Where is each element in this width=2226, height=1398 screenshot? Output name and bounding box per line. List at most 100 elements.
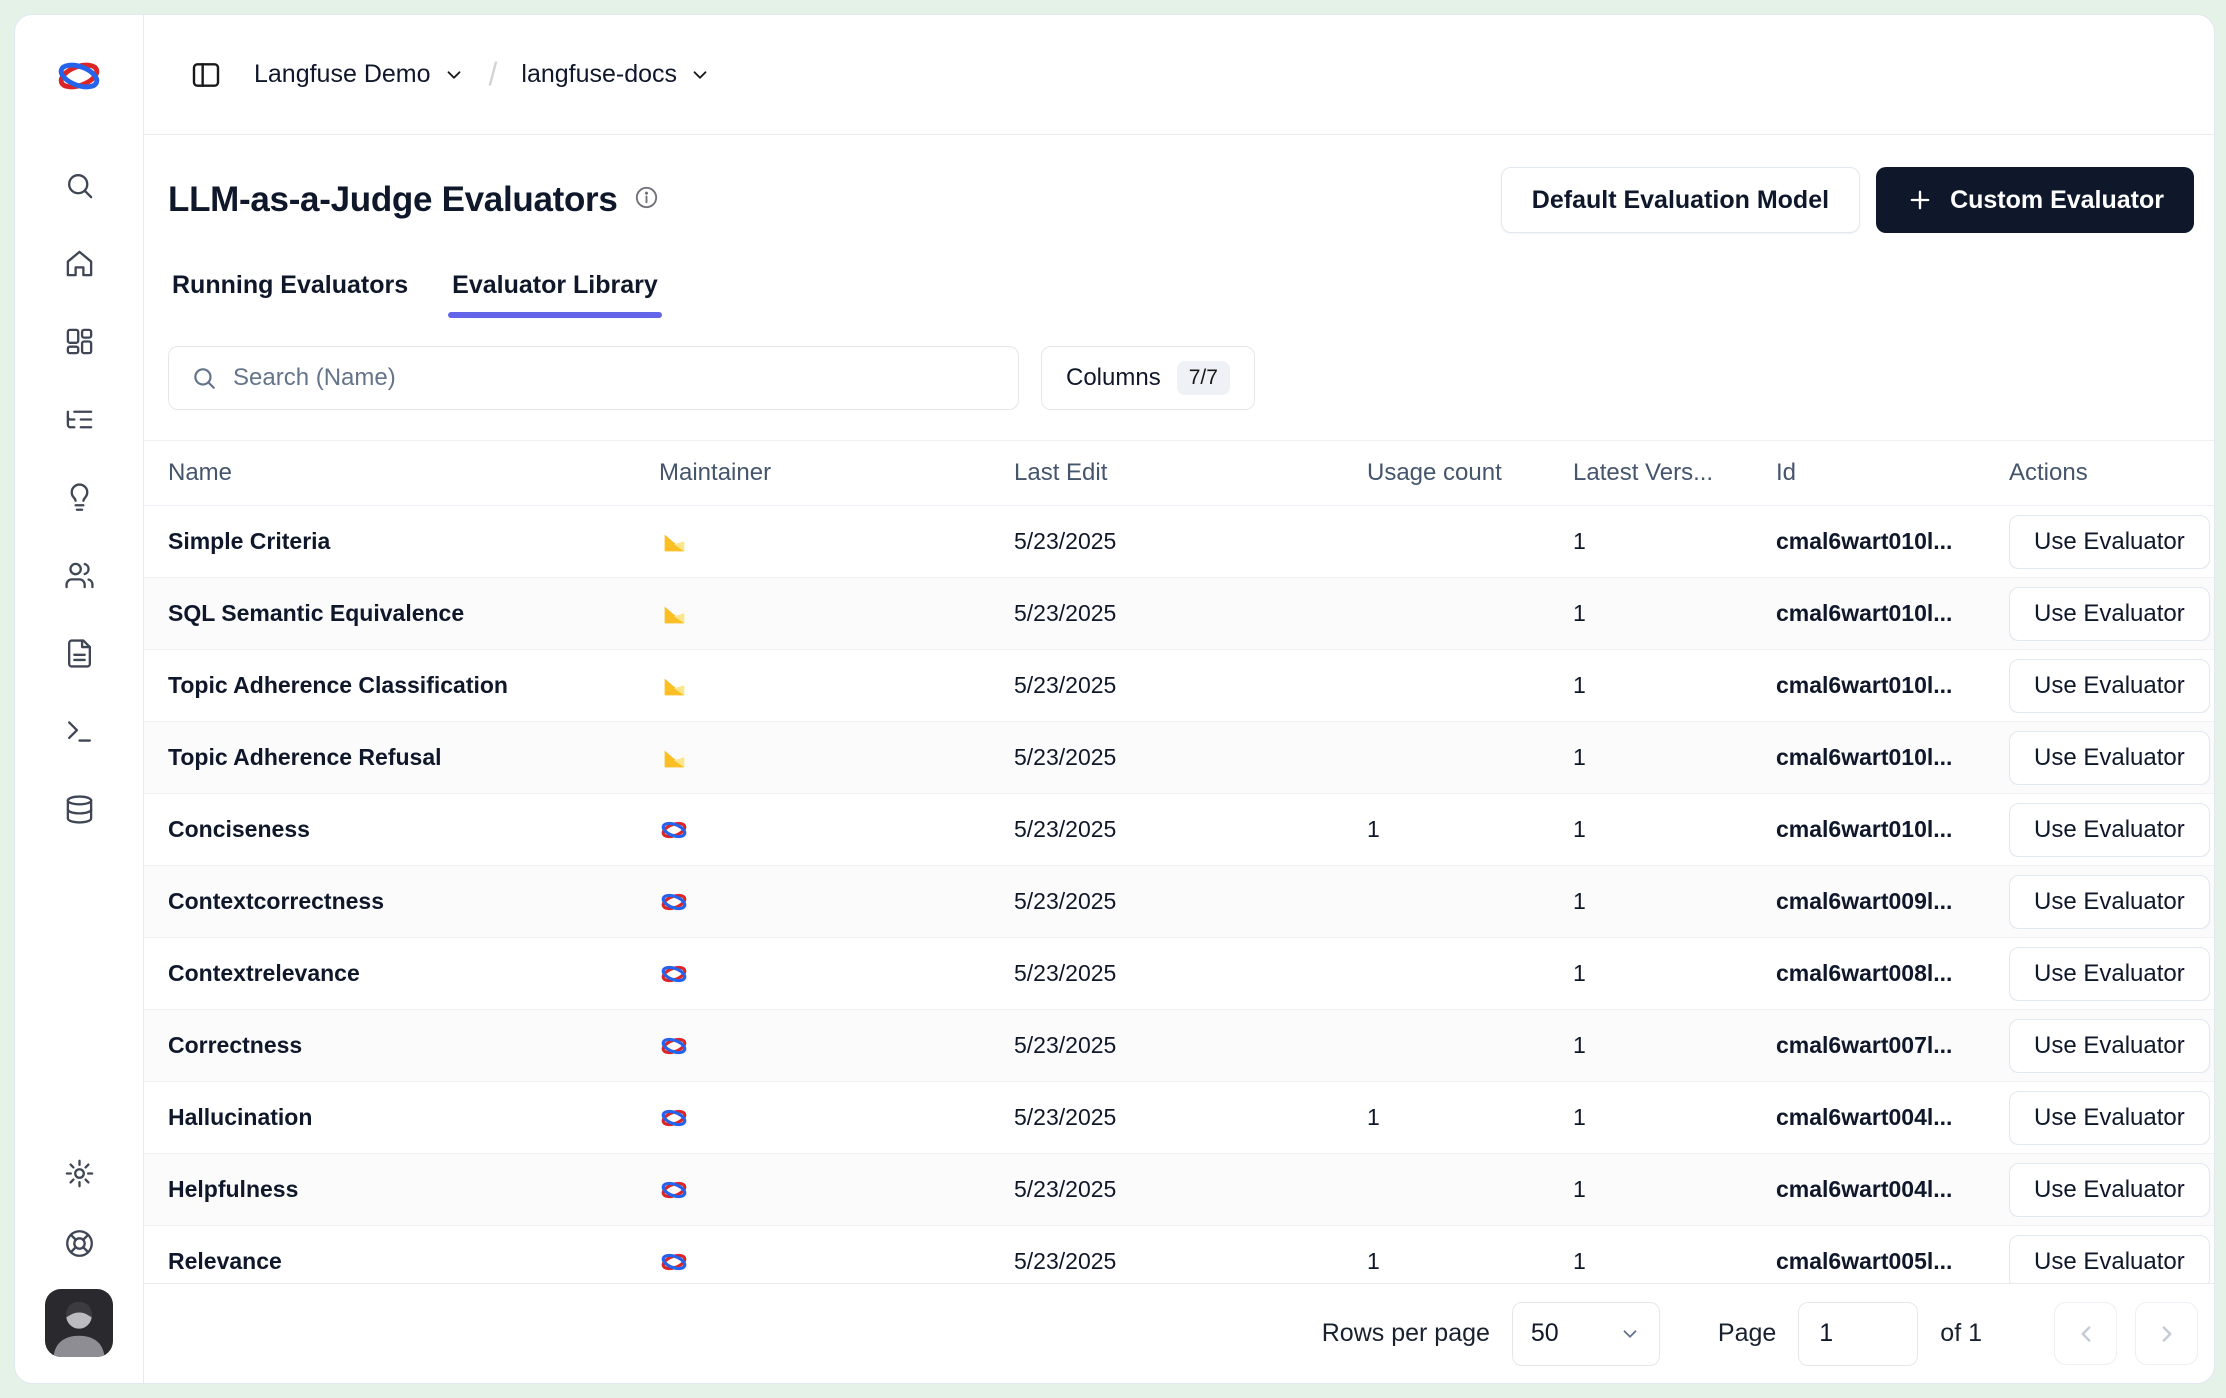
sidebar-nav xyxy=(55,161,103,833)
dashboard-grid-icon[interactable] xyxy=(55,317,103,365)
latest-version: 1 xyxy=(1573,672,1776,699)
org-selector[interactable]: Langfuse Demo xyxy=(254,60,465,89)
actions-cell: Use Evaluator xyxy=(2009,947,2214,1001)
latest-version: 1 xyxy=(1573,1176,1776,1203)
use-evaluator-button[interactable]: Use Evaluator xyxy=(2009,947,2210,1001)
page-header: LLM-as-a-Judge Evaluators Default Evalua… xyxy=(168,167,2194,233)
use-evaluator-button[interactable]: Use Evaluator xyxy=(2009,515,2210,569)
evaluator-name: SQL Semantic Equivalence xyxy=(168,600,659,627)
use-evaluator-button[interactable]: Use Evaluator xyxy=(2009,659,2210,713)
table-row[interactable]: Conciseness5/23/202511cmal6wart010l...Us… xyxy=(144,794,2214,866)
maintainer-cell xyxy=(659,671,1014,701)
table-row[interactable]: Relevance5/23/202511cmal6wart005l...Use … xyxy=(144,1226,2214,1283)
main-area: Langfuse Demo / langfuse-docs LLM-as-a-J… xyxy=(144,15,2214,1383)
column-header: Actions xyxy=(2009,459,2214,487)
table-row[interactable]: Topic Adherence Classification5/23/20251… xyxy=(144,650,2214,722)
tab-evaluator-library[interactable]: Evaluator Library xyxy=(448,267,662,318)
usage-count: 1 xyxy=(1367,816,1573,843)
life-buoy-icon[interactable] xyxy=(55,1219,103,1267)
evaluator-id: cmal6wart010l... xyxy=(1776,528,2009,555)
list-tree-icon[interactable] xyxy=(55,395,103,443)
database-icon[interactable] xyxy=(55,785,103,833)
maintainer-cell xyxy=(659,599,1014,629)
tab-running-evaluators[interactable]: Running Evaluators xyxy=(168,267,412,318)
use-evaluator-button[interactable]: Use Evaluator xyxy=(2009,587,2210,641)
table-row[interactable]: Contextcorrectness5/23/20251cmal6wart009… xyxy=(144,866,2214,938)
page-total-label: of 1 xyxy=(1940,1319,1982,1348)
use-evaluator-button[interactable]: Use Evaluator xyxy=(2009,1163,2210,1217)
table-row[interactable]: Contextrelevance5/23/20251cmal6wart008l.… xyxy=(144,938,2214,1010)
evaluator-id: cmal6wart004l... xyxy=(1776,1104,2009,1131)
last-edit: 5/23/2025 xyxy=(1014,1176,1367,1203)
column-header: Last Edit xyxy=(1014,459,1367,487)
project-selector[interactable]: langfuse-docs xyxy=(521,60,711,89)
search-icon[interactable] xyxy=(55,161,103,209)
table-row[interactable]: Hallucination5/23/202511cmal6wart004l...… xyxy=(144,1082,2214,1154)
latest-version: 1 xyxy=(1573,1032,1776,1059)
maintainer-cell xyxy=(659,887,1014,917)
use-evaluator-button[interactable]: Use Evaluator xyxy=(2009,803,2210,857)
latest-version: 1 xyxy=(1573,888,1776,915)
next-page-button[interactable] xyxy=(2135,1302,2198,1365)
evaluator-id: cmal6wart010l... xyxy=(1776,672,2009,699)
table-row[interactable]: SQL Semantic Equivalence5/23/20251cmal6w… xyxy=(144,578,2214,650)
evaluator-id: cmal6wart010l... xyxy=(1776,816,2009,843)
langfuse-icon xyxy=(659,959,689,989)
use-evaluator-button[interactable]: Use Evaluator xyxy=(2009,1235,2210,1284)
info-icon[interactable] xyxy=(634,185,659,215)
langfuse-icon xyxy=(659,1103,689,1133)
evaluator-id: cmal6wart005l... xyxy=(1776,1248,2009,1275)
table-row[interactable]: Correctness5/23/20251cmal6wart007l...Use… xyxy=(144,1010,2214,1082)
ragas-icon xyxy=(659,671,689,701)
tab-bar: Running Evaluators Evaluator Library xyxy=(168,267,2190,318)
langfuse-logo[interactable] xyxy=(15,15,143,137)
sidebar xyxy=(15,15,144,1383)
evaluator-name: Contextrelevance xyxy=(168,960,659,987)
page-number-input[interactable] xyxy=(1798,1302,1918,1366)
columns-label: Columns xyxy=(1066,364,1161,392)
sidebar-toggle-icon[interactable] xyxy=(182,51,230,99)
columns-button[interactable]: Columns 7/7 xyxy=(1041,346,1255,410)
column-header: Maintainer xyxy=(659,459,1014,487)
custom-evaluator-button[interactable]: Custom Evaluator xyxy=(1876,167,2194,233)
terminal-icon[interactable] xyxy=(55,707,103,755)
users-icon[interactable] xyxy=(55,551,103,599)
search-icon xyxy=(191,365,217,391)
maintainer-cell xyxy=(659,959,1014,989)
previous-page-button[interactable] xyxy=(2054,1302,2117,1365)
user-avatar[interactable] xyxy=(45,1289,113,1357)
app-window: Langfuse Demo / langfuse-docs LLM-as-a-J… xyxy=(14,14,2215,1384)
last-edit: 5/23/2025 xyxy=(1014,1104,1367,1131)
actions-cell: Use Evaluator xyxy=(2009,803,2214,857)
rows-per-page-value: 50 xyxy=(1531,1319,1559,1348)
rows-per-page-select[interactable]: 50 xyxy=(1512,1302,1660,1366)
actions-cell: Use Evaluator xyxy=(2009,1163,2214,1217)
evaluator-name: Conciseness xyxy=(168,816,659,843)
langfuse-icon xyxy=(659,1031,689,1061)
chevron-down-icon xyxy=(689,64,711,86)
table-row[interactable]: Simple Criteria5/23/20251cmal6wart010l..… xyxy=(144,506,2214,578)
chevron-left-icon xyxy=(2073,1321,2099,1347)
actions-cell: Use Evaluator xyxy=(2009,875,2214,929)
settings-gear-icon[interactable] xyxy=(55,1149,103,1197)
use-evaluator-button[interactable]: Use Evaluator xyxy=(2009,1091,2210,1145)
actions-cell: Use Evaluator xyxy=(2009,587,2214,641)
last-edit: 5/23/2025 xyxy=(1014,1032,1367,1059)
use-evaluator-button[interactable]: Use Evaluator xyxy=(2009,731,2210,785)
default-evaluation-model-button[interactable]: Default Evaluation Model xyxy=(1501,167,1860,233)
table-row[interactable]: Helpfulness5/23/20251cmal6wart004l...Use… xyxy=(144,1154,2214,1226)
actions-cell: Use Evaluator xyxy=(2009,1019,2214,1073)
latest-version: 1 xyxy=(1573,528,1776,555)
sidebar-bottom xyxy=(45,1149,113,1383)
maintainer-cell xyxy=(659,1103,1014,1133)
project-name: langfuse-docs xyxy=(521,60,677,89)
table-row[interactable]: Topic Adherence Refusal5/23/20251cmal6wa… xyxy=(144,722,2214,794)
use-evaluator-button[interactable]: Use Evaluator xyxy=(2009,875,2210,929)
home-icon[interactable] xyxy=(55,239,103,287)
columns-count-badge: 7/7 xyxy=(1177,361,1230,395)
file-icon[interactable] xyxy=(55,629,103,677)
search-input[interactable] xyxy=(233,364,996,392)
use-evaluator-button[interactable]: Use Evaluator xyxy=(2009,1019,2210,1073)
evaluators-table: NameMaintainerLast EditUsage countLatest… xyxy=(144,440,2214,1283)
lightbulb-icon[interactable] xyxy=(55,473,103,521)
